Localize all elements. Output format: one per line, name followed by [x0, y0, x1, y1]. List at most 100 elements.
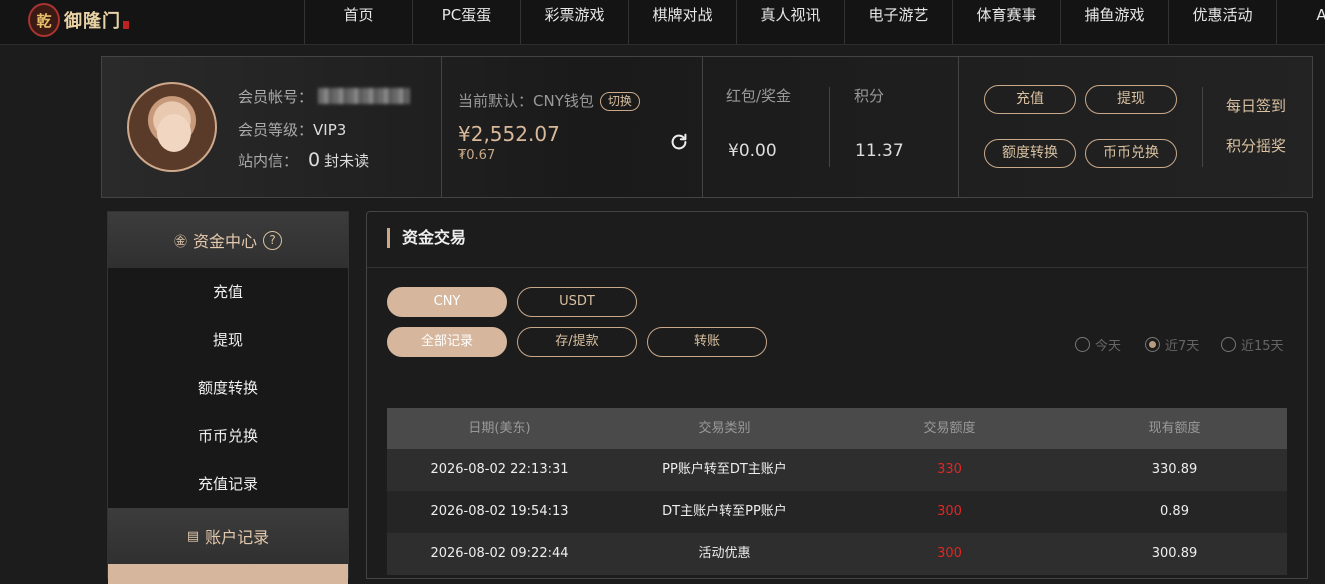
exchange-button[interactable]: 币币兑换	[1085, 139, 1177, 168]
column-header-amount: 交易额度	[923, 421, 976, 436]
column-header-balance: 现有额度	[1148, 421, 1201, 436]
inbox-label: 站内信：	[238, 152, 299, 170]
redpacket-label: 红包/奖金	[726, 87, 792, 105]
nav-item-sports[interactable]: 体育赛事	[952, 0, 1060, 45]
account-summary-card: 会员帐号： 会员等级：VIP3 站内信： 0 封未读 当前默认：CNY钱包 切换 ¥2…	[101, 56, 1313, 198]
withdraw-button[interactable]: 提现	[1085, 85, 1177, 114]
sidebar-item-deposit-records[interactable]: 充值记录	[108, 460, 348, 508]
sidebar-section-title: 账户记录	[205, 528, 270, 547]
row-amount: 330	[937, 462, 962, 477]
username-value-blurred	[317, 88, 410, 104]
range-15days-radio[interactable]: 近15天	[1221, 335, 1284, 354]
points-label: 积分	[854, 87, 885, 105]
inbox-count: 0	[308, 149, 321, 171]
tab-transfer[interactable]: 转账	[647, 327, 767, 357]
sidebar-item-withdraw[interactable]: 提现	[108, 316, 348, 364]
username-label: 会员帐号：	[238, 88, 314, 106]
daily-signin-link[interactable]: 每日签到	[1226, 95, 1286, 116]
row-date: 2026-08-02 09:22:44	[430, 546, 569, 561]
table-header: 日期(美东) 交易类别 交易额度 现有额度	[387, 408, 1287, 449]
radio-dot	[1221, 337, 1236, 352]
nav-item-chess[interactable]: 棋牌对战	[628, 0, 736, 45]
divider	[829, 87, 830, 167]
wallet-usdt-balance: ₮0.67	[458, 148, 496, 163]
page-title: 资金交易	[387, 228, 466, 248]
nav-item-pc-egg[interactable]: PC蛋蛋	[412, 0, 520, 45]
avatar[interactable]	[127, 82, 217, 172]
range-today-radio[interactable]: 今天	[1075, 335, 1121, 354]
nav-item-lottery[interactable]: 彩票游戏	[520, 0, 628, 45]
range-label: 近7天	[1165, 339, 1200, 354]
help-icon[interactable]: ?	[263, 230, 283, 250]
table-row: 2026-08-02 09:22:44 活动优惠 300 300.89	[387, 533, 1287, 575]
level-label: 会员等级：	[238, 121, 314, 139]
wallet-label-text: 当前默认：CNY钱包	[458, 92, 594, 110]
redpacket-value: ¥0.00	[728, 141, 777, 161]
inbox-suffix: 封未读	[324, 152, 370, 170]
nav-item-promotions[interactable]: 优惠活动	[1168, 0, 1276, 45]
divider	[1202, 87, 1203, 167]
range-label: 近15天	[1241, 339, 1284, 354]
logo-text: 御隆门	[64, 11, 121, 32]
deposit-button[interactable]: 充值	[984, 85, 1076, 114]
divider	[958, 57, 959, 197]
sidebar-section-account-records[interactable]: ▤ 账户记录	[108, 508, 348, 564]
column-header-date: 日期(美东)	[468, 421, 531, 436]
divider	[702, 57, 703, 197]
switch-wallet-button[interactable]: 切换	[599, 92, 640, 111]
nav-item-live[interactable]: 真人视讯	[736, 0, 844, 45]
tab-all-records[interactable]: 全部记录	[387, 327, 507, 357]
transfer-button[interactable]: 额度转换	[984, 139, 1076, 168]
fund-transactions-panel: 资金交易 CNY USDT 全部记录 存/提款 转账 今天 近7天 近15天 日…	[366, 211, 1308, 579]
site-logo[interactable]: 乾 御隆门	[28, 0, 129, 40]
nav-item-fishing[interactable]: 捕鱼游戏	[1060, 0, 1168, 45]
row-type: PP账户转至DT主账户	[662, 462, 787, 477]
row-balance: 330.89	[1151, 462, 1198, 477]
radio-dot-selected	[1145, 337, 1160, 352]
level-row: 会员等级：VIP3	[238, 119, 346, 140]
default-wallet-label: 当前默认：CNY钱包 切换	[458, 90, 640, 111]
username-row: 会员帐号：	[238, 86, 410, 107]
row-balance: 300.89	[1151, 546, 1198, 561]
sidebar: ㊎ 资金中心 ? 充值 提现 额度转换 币币兑换 充值记录 ▤ 账户记录	[107, 211, 349, 584]
logo-emblem-icon: 乾	[28, 3, 60, 37]
yen-coin-icon: ㊎	[173, 234, 187, 250]
row-balance: 0.89	[1160, 504, 1189, 519]
points-lottery-link[interactable]: 积分摇奖	[1226, 135, 1286, 156]
wallet-balance: ¥2,552.07	[458, 122, 560, 146]
table-row: 2026-08-02 22:13:31 PP账户转至DT主账户 330 330.…	[387, 449, 1287, 491]
points-value: 11.37	[855, 141, 904, 161]
sidebar-active-item[interactable]	[108, 564, 348, 584]
sidebar-item-transfer[interactable]: 额度转换	[108, 364, 348, 412]
document-icon: ▤	[186, 528, 200, 544]
tab-cny[interactable]: CNY	[387, 287, 507, 317]
nav-item-home[interactable]: 首页	[304, 0, 412, 45]
sidebar-section-funds: ㊎ 资金中心 ?	[108, 212, 348, 268]
sidebar-item-exchange[interactable]: 币币兑换	[108, 412, 348, 460]
row-type: 活动优惠	[698, 546, 751, 561]
row-amount: 300	[937, 504, 962, 519]
row-amount: 300	[937, 546, 962, 561]
inbox-row[interactable]: 站内信： 0 封未读	[238, 149, 369, 171]
tab-deposit-withdraw[interactable]: 存/提款	[517, 327, 637, 357]
nav-item-app[interactable]: APP	[1276, 0, 1325, 45]
transactions-table: 日期(美东) 交易类别 交易额度 现有额度 2026-08-02 22:13:3…	[387, 408, 1287, 575]
range-label: 今天	[1095, 339, 1122, 354]
avatar-face	[157, 114, 191, 152]
sidebar-item-deposit[interactable]: 充值	[108, 268, 348, 316]
main-nav: 首页 PC蛋蛋 彩票游戏 棋牌对战 真人视讯 电子游艺 体育赛事 捕鱼游戏 优惠…	[304, 0, 1325, 45]
level-value: VIP3	[313, 121, 347, 139]
row-type: DT主账户转至PP账户	[662, 504, 787, 519]
column-header-type: 交易类别	[698, 421, 751, 436]
refresh-icon[interactable]	[668, 131, 690, 153]
divider	[441, 57, 442, 197]
table-row: 2026-08-02 19:54:13 DT主账户转至PP账户 300 0.89	[387, 491, 1287, 533]
row-date: 2026-08-02 19:54:13	[430, 504, 569, 519]
logo-seal-icon	[123, 21, 129, 29]
top-navbar: 乾 御隆门 首页 PC蛋蛋 彩票游戏 棋牌对战 真人视讯 电子游艺 体育赛事 捕…	[0, 0, 1325, 45]
row-date: 2026-08-02 22:13:31	[430, 462, 569, 477]
tab-usdt[interactable]: USDT	[517, 287, 637, 317]
nav-item-slots[interactable]: 电子游艺	[844, 0, 952, 45]
range-7days-radio[interactable]: 近7天	[1145, 335, 1199, 354]
radio-dot	[1075, 337, 1090, 352]
